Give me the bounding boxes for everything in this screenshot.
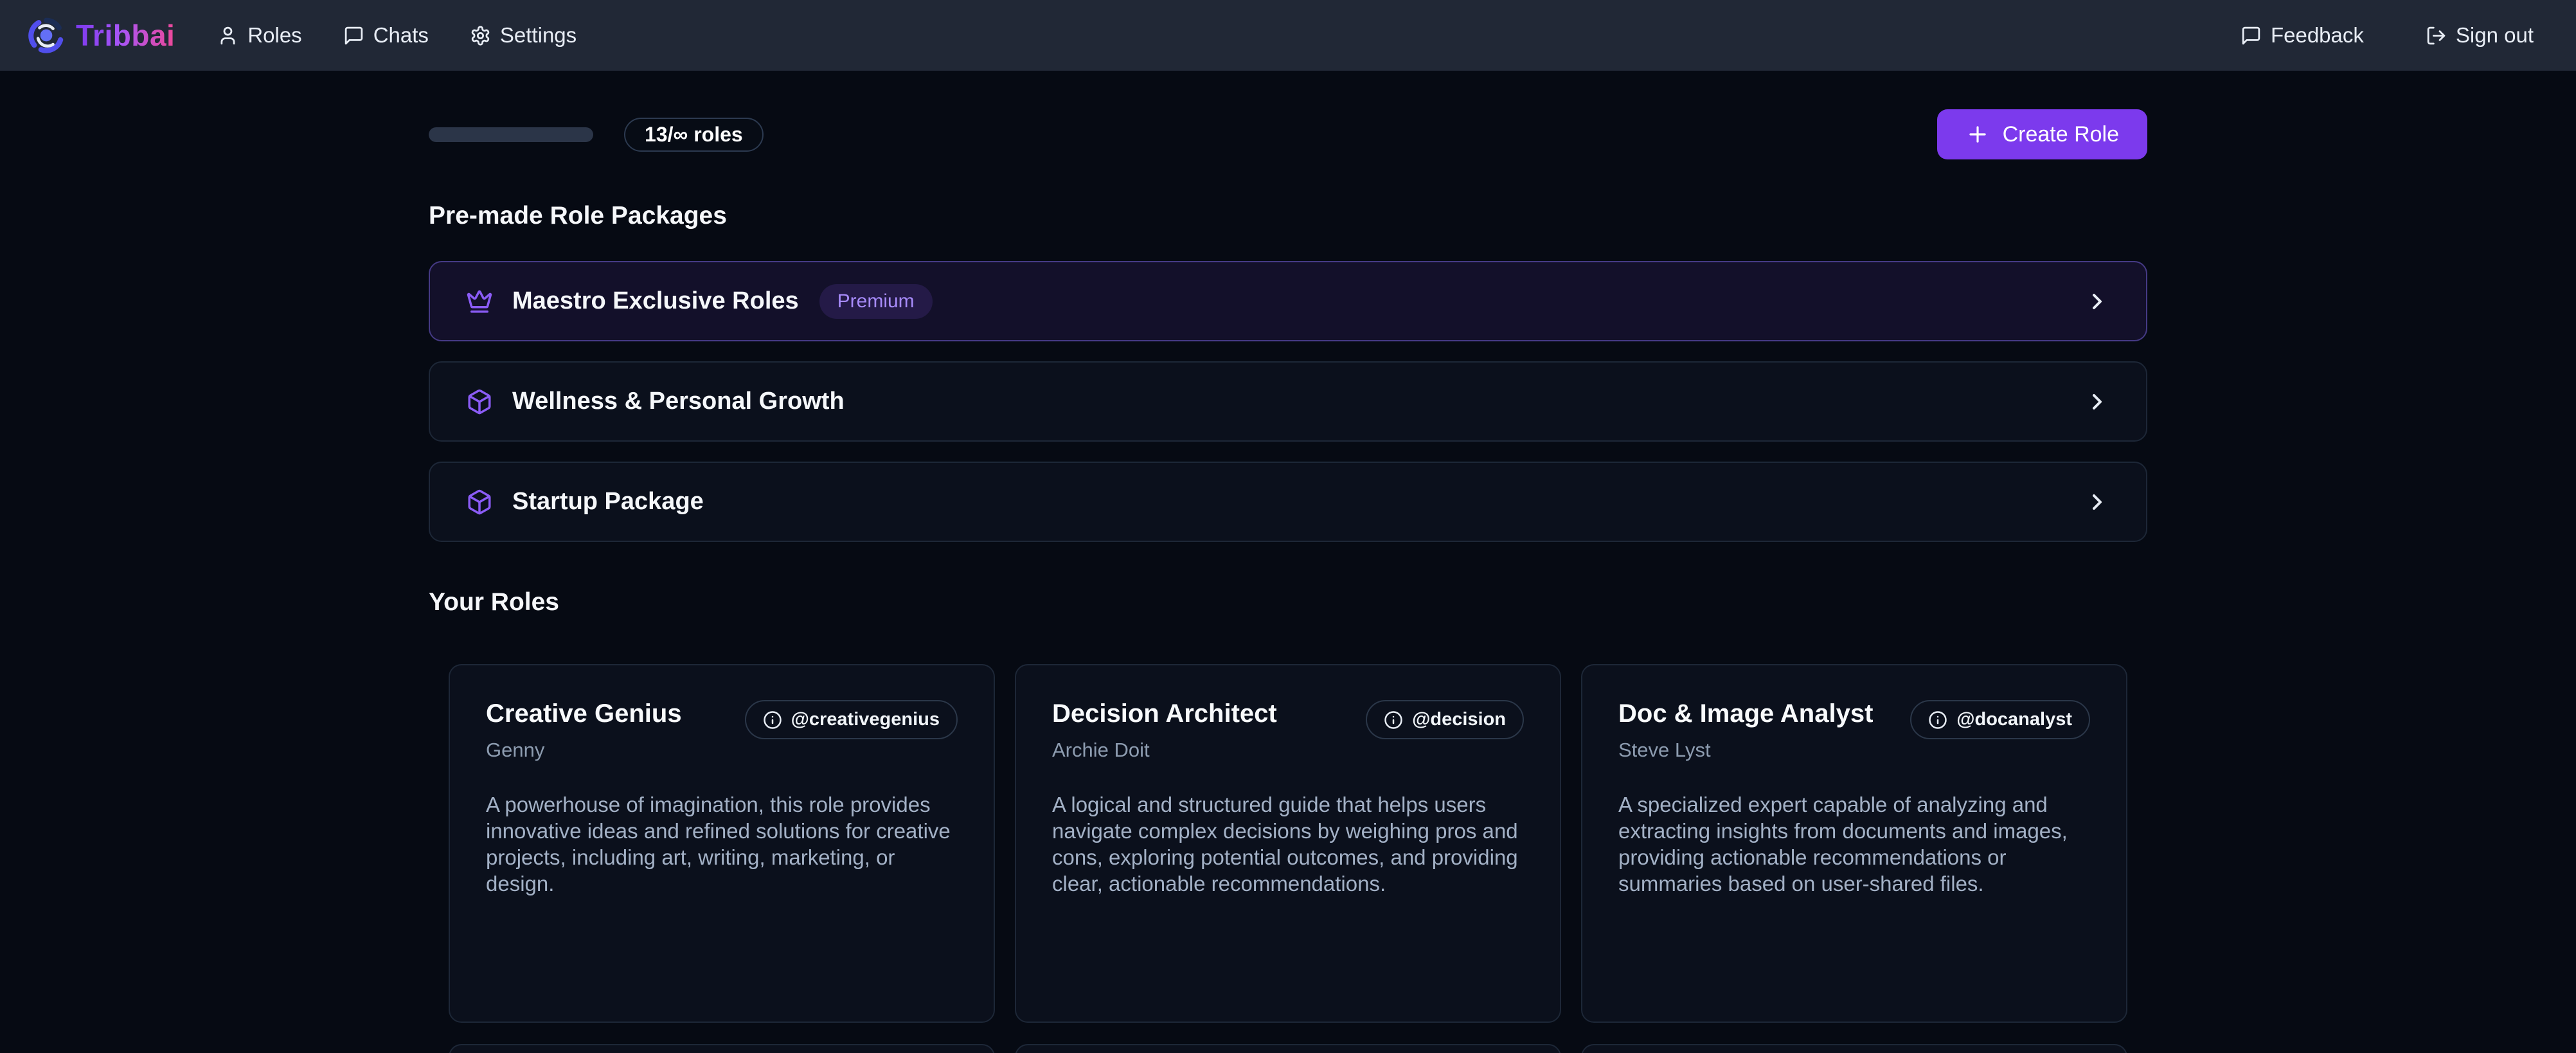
main-content: 13/∞ roles Create Role Pre-made Role Pac… bbox=[0, 109, 2576, 1053]
gear-icon bbox=[470, 25, 491, 46]
package-title: Startup Package bbox=[512, 488, 704, 516]
role-title: Creative Genius bbox=[486, 699, 682, 728]
role-description: A powerhouse of imagination, this role p… bbox=[486, 791, 958, 897]
your-roles-heading: Your Roles bbox=[429, 588, 2147, 616]
role-description: A specialized expert capable of analyzin… bbox=[1618, 791, 2090, 897]
create-role-label: Create Role bbox=[2003, 122, 2119, 147]
brand-name: Tribbai bbox=[76, 18, 175, 53]
role-handle-badge[interactable]: @docanalyst bbox=[1910, 700, 2090, 739]
role-card-partial[interactable] bbox=[1581, 1044, 2127, 1053]
role-description: A logical and structured guide that help… bbox=[1052, 791, 1524, 897]
role-card-decision-architect[interactable]: Decision Architect Archie Doit @decision… bbox=[1015, 664, 1561, 1023]
roles-progress-bar bbox=[429, 127, 593, 142]
package-title: Wellness & Personal Growth bbox=[512, 388, 845, 415]
package-icon bbox=[466, 489, 493, 516]
role-subtitle: Archie Doit bbox=[1052, 739, 1277, 762]
premium-badge: Premium bbox=[819, 284, 933, 319]
role-handle: @creativegenius bbox=[791, 709, 940, 730]
brand-logo[interactable]: Tribbai bbox=[28, 17, 175, 53]
chevron-right-icon bbox=[2084, 289, 2110, 314]
info-icon bbox=[1928, 710, 1947, 730]
chevron-right-icon bbox=[2084, 389, 2110, 415]
feedback-button[interactable]: Feedback bbox=[2241, 23, 2364, 48]
role-subtitle: Steve Lyst bbox=[1618, 739, 1873, 762]
role-handle-badge[interactable]: @creativegenius bbox=[745, 700, 958, 739]
nav-label: Chats bbox=[373, 23, 429, 48]
feedback-label: Feedback bbox=[2271, 23, 2364, 48]
info-icon bbox=[763, 710, 782, 730]
role-card-partial[interactable] bbox=[449, 1044, 995, 1053]
role-handle-badge[interactable]: @decision bbox=[1366, 700, 1524, 739]
role-card-creative-genius[interactable]: Creative Genius Genny @creativegenius A … bbox=[449, 664, 995, 1023]
package-list: Maestro Exclusive Roles Premium Wellness… bbox=[429, 261, 2147, 542]
plus-icon bbox=[1965, 122, 1990, 147]
sign-out-button[interactable]: Sign out bbox=[2426, 23, 2534, 48]
nav-item-settings[interactable]: Settings bbox=[470, 23, 577, 48]
nav-item-roles[interactable]: Roles bbox=[217, 23, 301, 48]
roles-count-label: 13/∞ roles bbox=[645, 123, 743, 147]
main-nav: Roles Chats Settings bbox=[217, 23, 577, 48]
package-row-startup[interactable]: Startup Package bbox=[429, 462, 2147, 542]
nav-label: Settings bbox=[500, 23, 577, 48]
package-row-wellness[interactable]: Wellness & Personal Growth bbox=[429, 361, 2147, 442]
top-navigation-bar: Tribbai Roles Chats Settings Fe bbox=[0, 0, 2576, 71]
chevron-right-icon bbox=[2084, 489, 2110, 515]
roles-count-badge: 13/∞ roles bbox=[624, 118, 764, 152]
package-row-maestro[interactable]: Maestro Exclusive Roles Premium bbox=[429, 261, 2147, 341]
role-handle: @docanalyst bbox=[1956, 709, 2072, 730]
package-icon bbox=[466, 388, 493, 415]
premade-packages-heading: Pre-made Role Packages bbox=[429, 202, 2147, 230]
role-subtitle: Genny bbox=[486, 739, 682, 762]
create-role-button[interactable]: Create Role bbox=[1937, 109, 2147, 159]
nav-label: Roles bbox=[247, 23, 301, 48]
role-card-doc-image-analyst[interactable]: Doc & Image Analyst Steve Lyst @docanaly… bbox=[1581, 664, 2127, 1023]
nav-item-chats[interactable]: Chats bbox=[343, 23, 429, 48]
topbar-right: Feedback Sign out bbox=[2241, 23, 2534, 48]
role-title: Decision Architect bbox=[1052, 699, 1277, 728]
info-icon bbox=[1384, 710, 1403, 730]
sign-out-label: Sign out bbox=[2456, 23, 2534, 48]
user-icon bbox=[217, 25, 238, 46]
roles-grid: Creative Genius Genny @creativegenius A … bbox=[449, 664, 2127, 1053]
role-title: Doc & Image Analyst bbox=[1618, 699, 1873, 728]
roles-toolbar: 13/∞ roles Create Role bbox=[429, 109, 2147, 159]
role-handle: @decision bbox=[1412, 709, 1506, 730]
chat-bubble-icon bbox=[2241, 25, 2262, 46]
crown-icon bbox=[466, 288, 493, 315]
tribbai-logo-icon bbox=[28, 17, 64, 53]
chat-bubble-icon bbox=[343, 25, 364, 46]
package-title: Maestro Exclusive Roles bbox=[512, 287, 799, 315]
role-card-partial[interactable] bbox=[1015, 1044, 1561, 1053]
sign-out-icon bbox=[2426, 25, 2447, 46]
